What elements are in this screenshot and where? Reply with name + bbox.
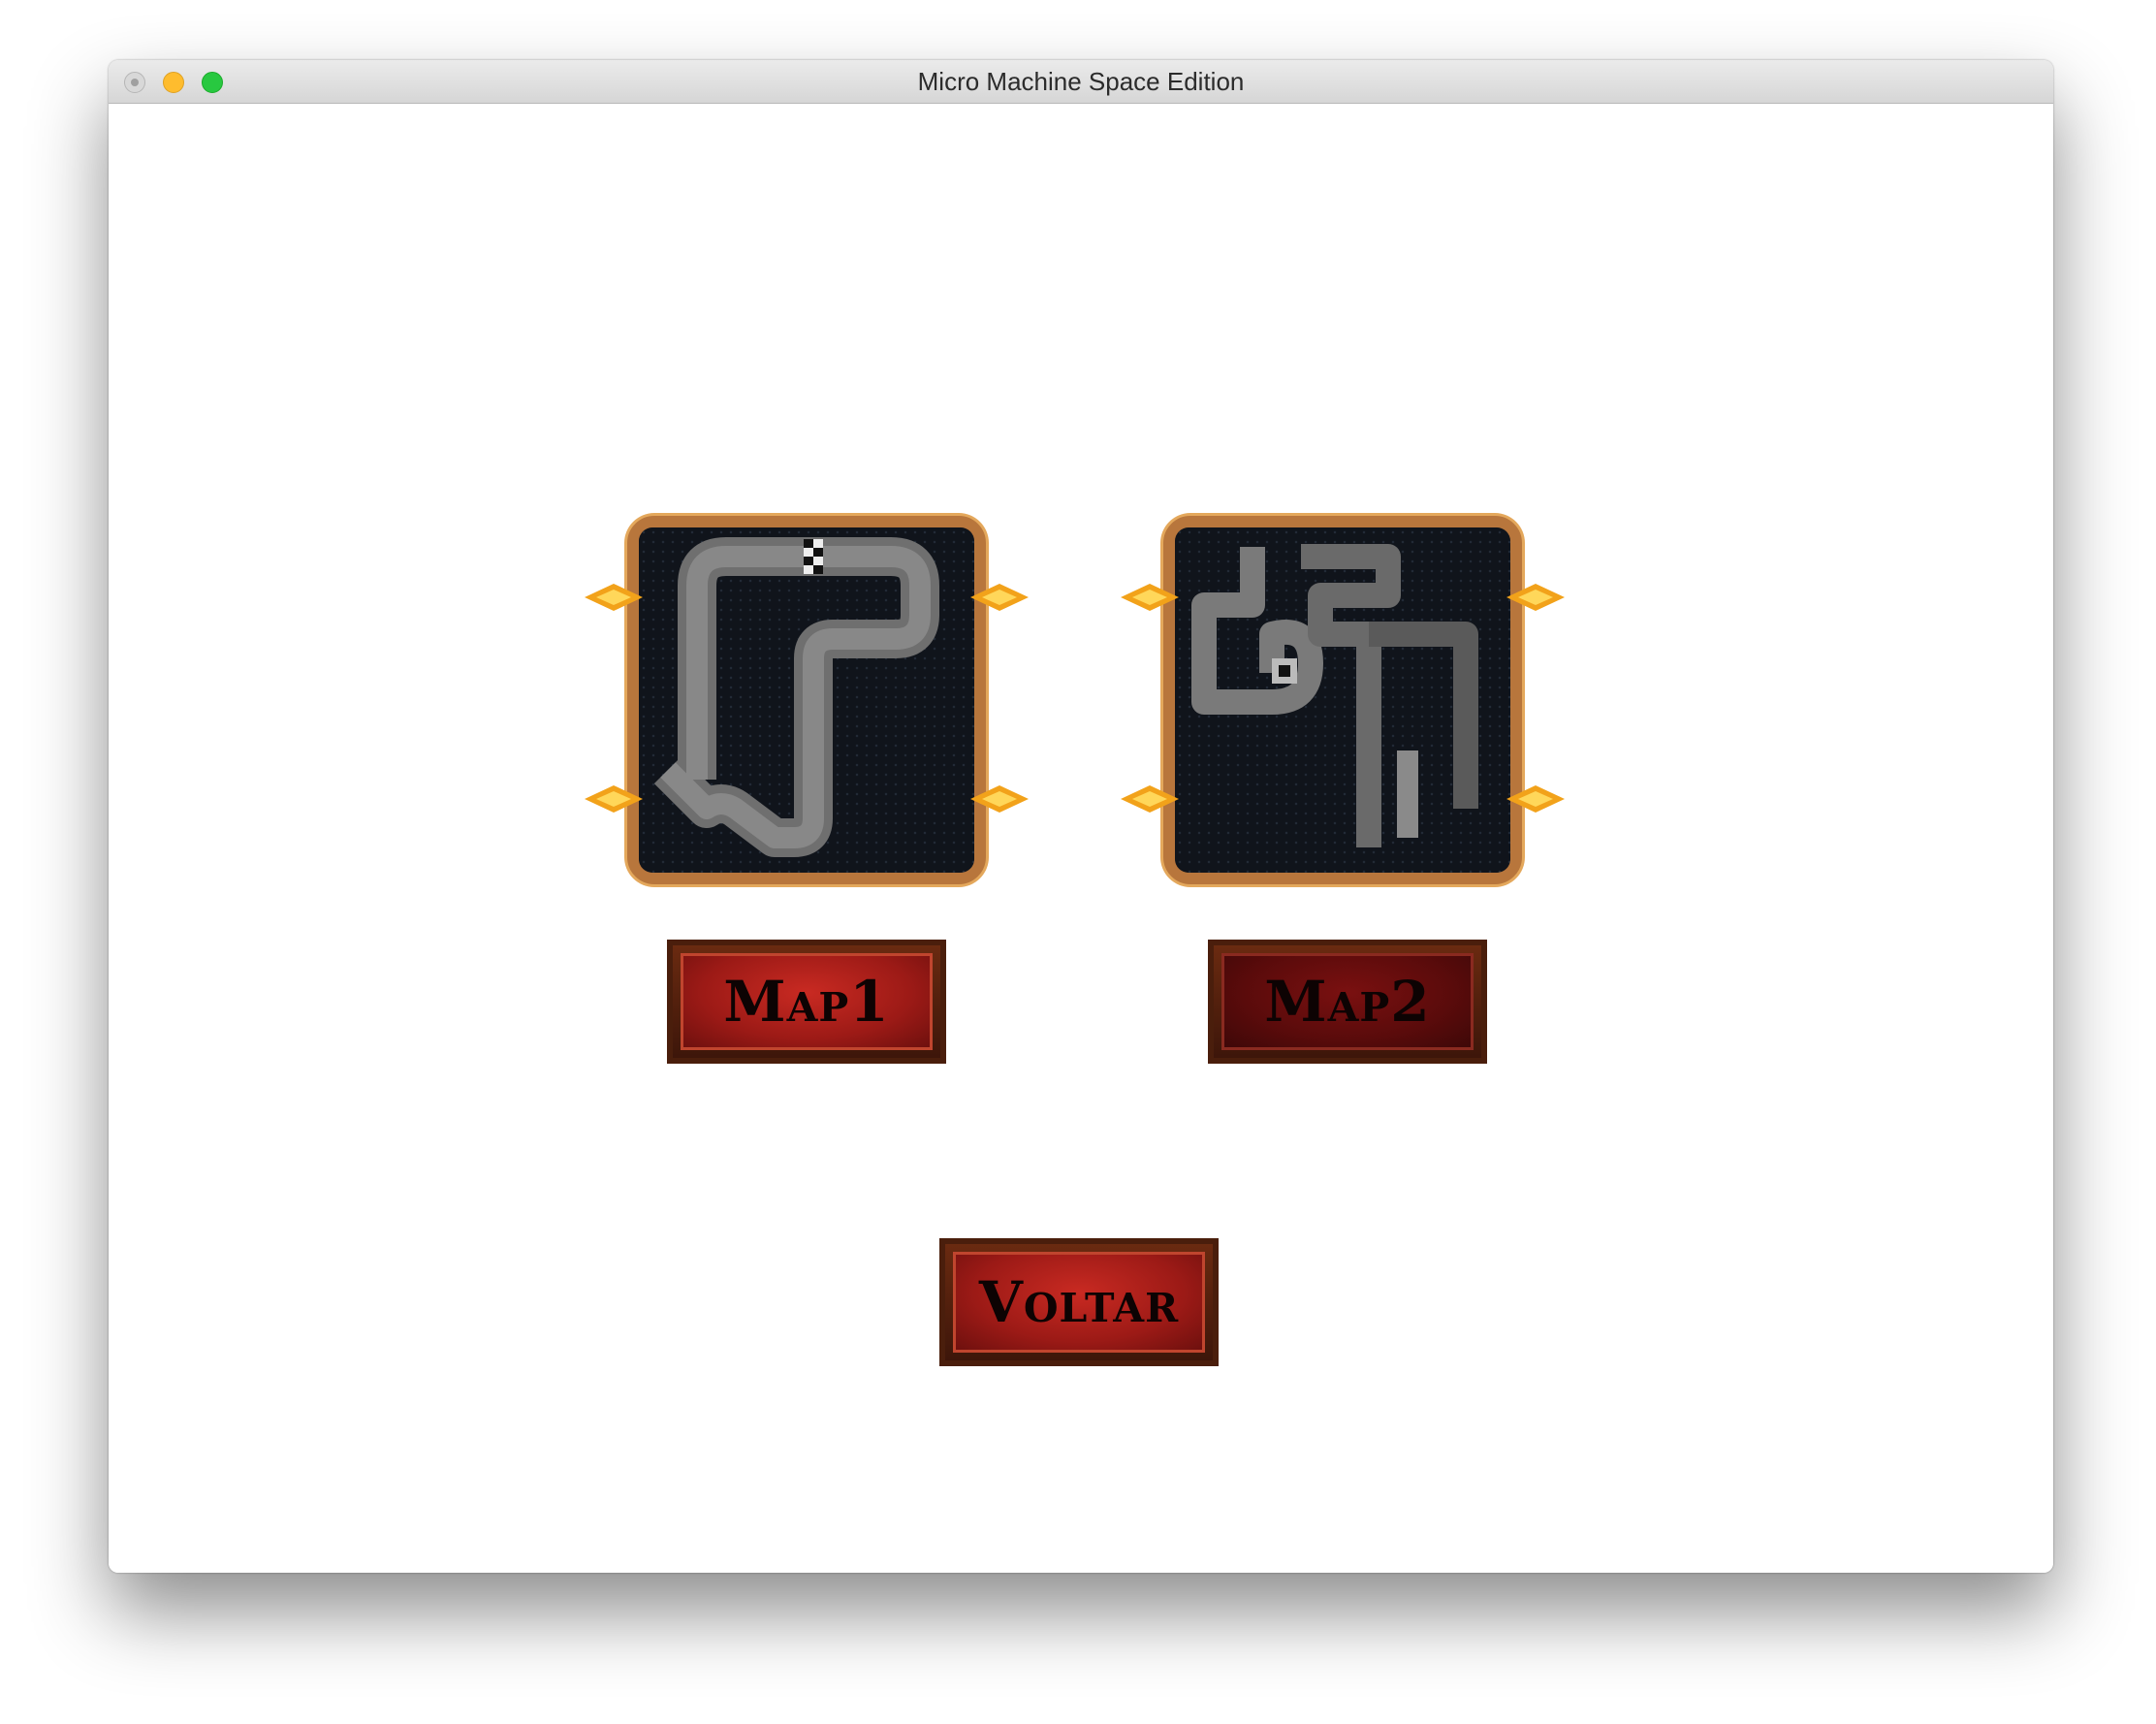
map2-track-icon — [1191, 544, 1478, 847]
window-title: Micro Machine Space Edition — [917, 67, 1245, 96]
map2-button-face: Map2 — [1221, 953, 1474, 1050]
spike-ornament-icon — [1506, 584, 1565, 611]
map2-button[interactable]: Map2 — [1208, 940, 1487, 1064]
map2-preview-image[interactable] — [1121, 516, 1565, 884]
map1-preview-image[interactable] — [585, 516, 1029, 884]
map-selection-screen: Map1 Map2 Voltar — [109, 104, 2053, 1573]
spike-ornament-icon — [585, 584, 643, 611]
spike-ornament-icon — [970, 785, 1029, 813]
voltar-button-label: Voltar — [978, 1269, 1180, 1335]
app-window: Micro Machine Space Edition Map1 Map2 Vo… — [109, 60, 2053, 1573]
spike-ornament-icon — [585, 785, 643, 813]
voltar-button-face: Voltar — [953, 1252, 1205, 1353]
map2-button-label: Map2 — [1264, 969, 1431, 1035]
spike-ornament-icon — [1506, 785, 1565, 813]
voltar-button[interactable]: Voltar — [939, 1238, 1219, 1366]
map1-button-face: Map1 — [681, 953, 933, 1050]
spike-ornament-icon — [970, 584, 1029, 611]
map1-track-icon — [653, 537, 939, 857]
spike-ornament-icon — [1121, 785, 1179, 813]
spike-ornament-icon — [1121, 584, 1179, 611]
map1-button-label: Map1 — [723, 969, 890, 1035]
title-bar: Micro Machine Space Edition — [109, 60, 2053, 104]
map1-button[interactable]: Map1 — [667, 940, 946, 1064]
